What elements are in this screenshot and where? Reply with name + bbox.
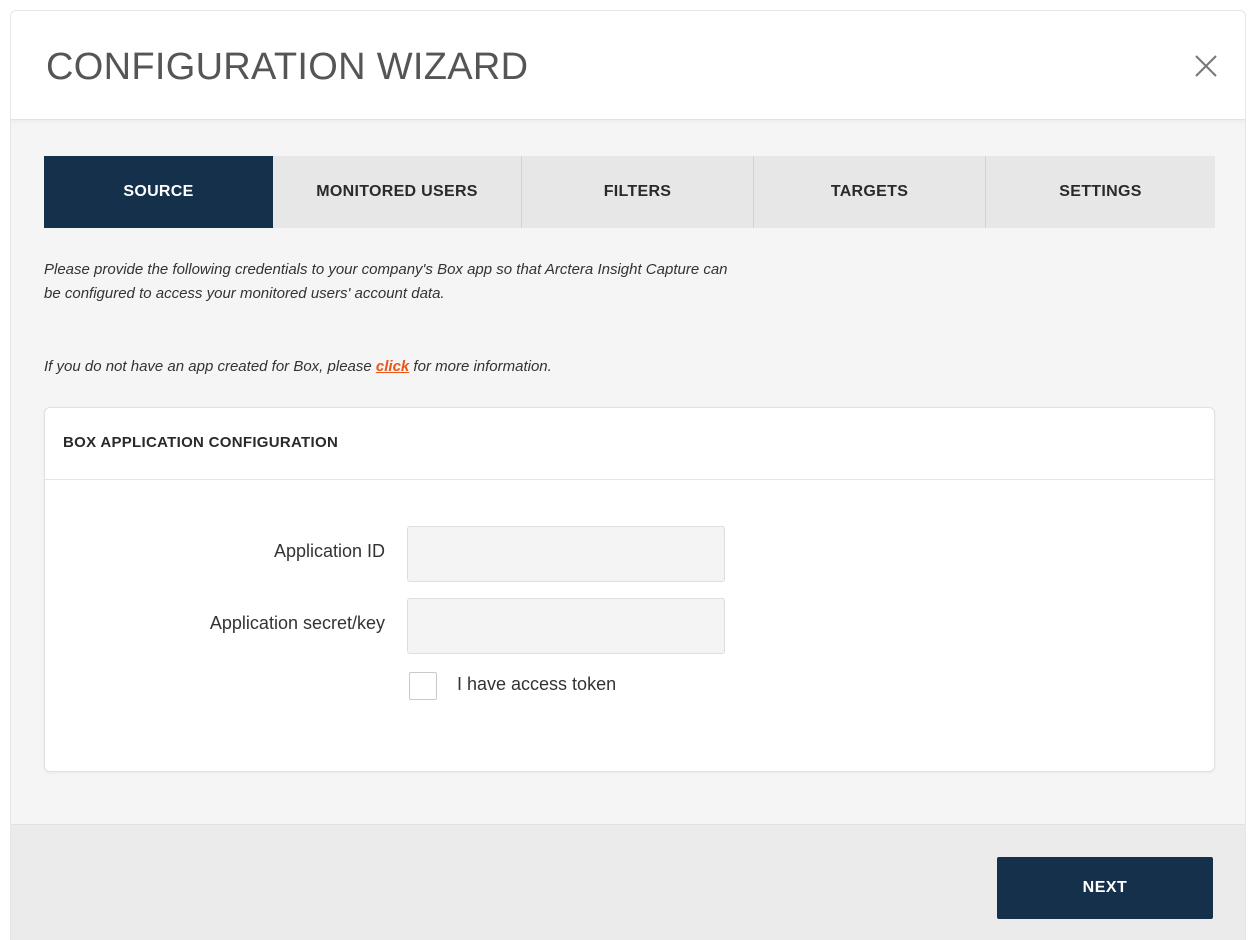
access-token-checkbox[interactable] (409, 672, 437, 700)
application-id-label: Application ID (273, 541, 385, 561)
wizard-tabs: SOURCE MONITORED USERS FILTERS TARGETS S… (44, 156, 1215, 228)
info-text: If you do not have an app created for Bo… (44, 355, 944, 379)
intro-line-1: Please provide the following credentials… (44, 261, 728, 278)
close-icon (1195, 55, 1217, 77)
dialog-title: CONFIGURATION WIZARD (46, 46, 529, 88)
box-application-configuration-panel: BOX APPLICATION CONFIGURATION Applicatio… (44, 407, 1215, 772)
panel-title: BOX APPLICATION CONFIGURATION (63, 434, 339, 451)
close-button[interactable] (1189, 49, 1223, 83)
access-token-label: I have access token (457, 674, 617, 694)
configuration-wizard-dialog: CONFIGURATION WIZARD SOURCE MONITORED US… (10, 10, 1246, 940)
application-secret-input[interactable] (407, 598, 725, 654)
info-suffix: for more information. (409, 358, 552, 375)
panel-header: BOX APPLICATION CONFIGURATION (45, 408, 1214, 480)
dialog-header: CONFIGURATION WIZARD (11, 11, 1245, 120)
tab-monitored-users[interactable]: MONITORED USERS (273, 156, 522, 228)
next-button[interactable]: NEXT (997, 857, 1213, 919)
tab-filters[interactable]: FILTERS (522, 156, 754, 228)
application-secret-label: Application secret/key (209, 613, 385, 633)
more-info-link[interactable]: click (376, 358, 409, 375)
tab-settings[interactable]: SETTINGS (986, 156, 1215, 228)
tab-targets[interactable]: TARGETS (754, 156, 986, 228)
tab-source[interactable]: SOURCE (44, 156, 273, 228)
dialog-footer: NEXT (11, 824, 1245, 940)
info-prefix: If you do not have an app created for Bo… (44, 358, 376, 375)
intro-line-2: be configured to access your monitored u… (44, 285, 445, 302)
intro-text: Please provide the following credentials… (44, 258, 964, 306)
application-id-input[interactable] (407, 526, 725, 582)
